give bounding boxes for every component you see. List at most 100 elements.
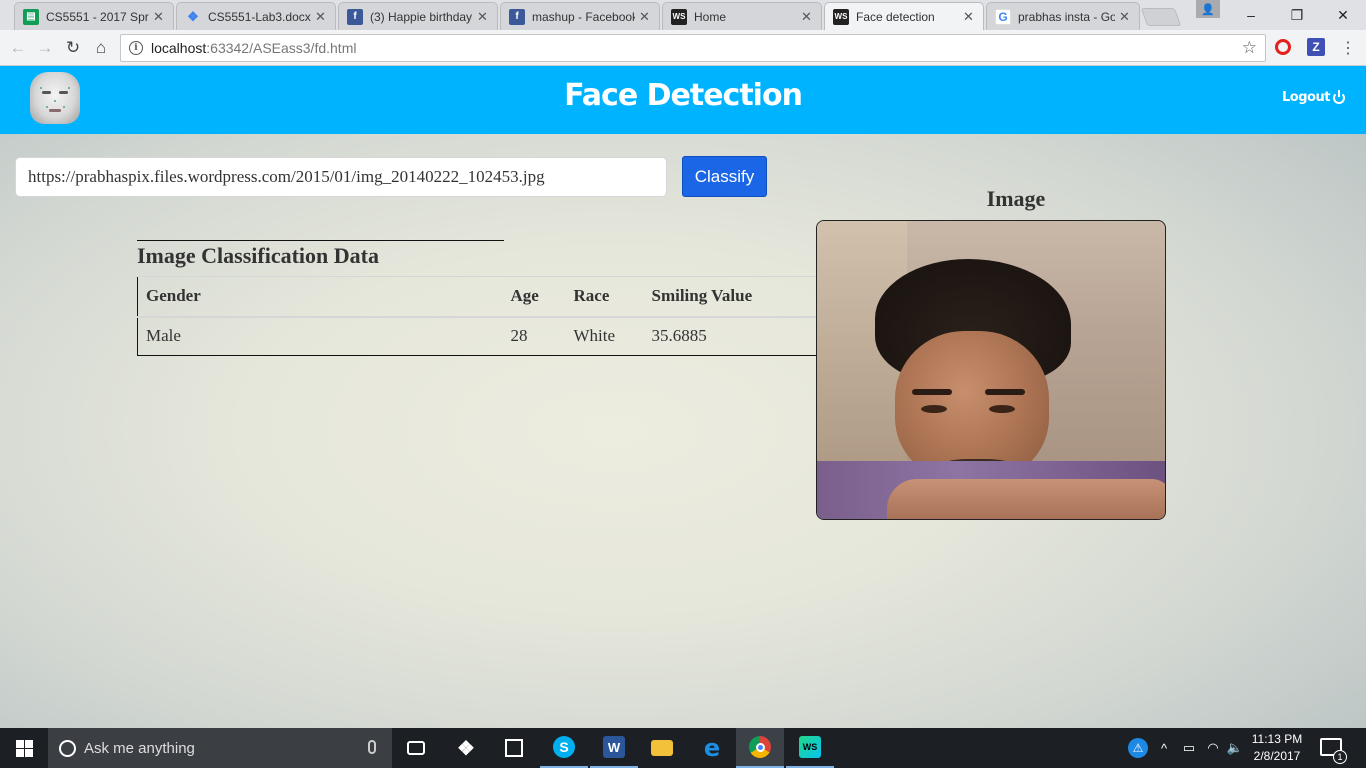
- battery-icon[interactable]: ▭: [1178, 728, 1200, 768]
- photo-brow: [985, 389, 1025, 395]
- webstorm-icon: WS: [799, 736, 821, 758]
- opera-extension-icon[interactable]: [1275, 39, 1291, 55]
- task-view-icon: [407, 741, 425, 755]
- taskbar-chrome[interactable]: [736, 728, 784, 768]
- taskbar-edge[interactable]: e: [688, 728, 736, 768]
- table-header-row: Gender Age Race Smiling Value: [137, 276, 817, 318]
- cell-gender: Male: [146, 326, 181, 346]
- tab-title: CS5551-Lab3.docx: [208, 9, 311, 24]
- google-icon: G: [995, 8, 1011, 25]
- header-race: Race: [565, 276, 644, 318]
- edge-icon: e: [703, 734, 721, 762]
- show-hidden-icons[interactable]: ^: [1154, 728, 1174, 768]
- close-tab-icon[interactable]: ✕: [315, 9, 327, 25]
- browser-tab-strip: ▤ CS5551 - 2017 Spr ✕ ❖ CS5551-Lab3.docx…: [0, 0, 1366, 30]
- chrome-menu-icon[interactable]: ⋮: [1340, 38, 1356, 58]
- browser-toolbar: ← → ↻ ⌂ i localhost:63342/ASEass3/fd.htm…: [0, 30, 1366, 66]
- clock-time: 11:13 PM: [1251, 732, 1303, 746]
- info-icon[interactable]: i: [129, 41, 143, 55]
- taskbar-dropbox[interactable]: ❖: [442, 728, 490, 768]
- folder-icon: [651, 740, 673, 756]
- photo-arm: [887, 479, 1165, 519]
- header-gender: Gender: [137, 276, 503, 318]
- webstorm-icon: WS: [671, 8, 687, 25]
- photo-eye: [921, 405, 947, 413]
- cell-smiling: 35.6885: [651, 326, 707, 346]
- browser-tab[interactable]: WS Home ✕: [662, 2, 822, 30]
- webstorm-icon: WS: [833, 8, 849, 25]
- close-tab-icon[interactable]: ✕: [639, 9, 651, 25]
- logout-link[interactable]: Logout: [1282, 89, 1345, 105]
- start-button[interactable]: [0, 728, 48, 768]
- task-view-button[interactable]: [392, 728, 440, 768]
- store-icon: [505, 739, 523, 757]
- browser-tab[interactable]: f mashup - Facebook ✕: [500, 2, 660, 30]
- new-tab-button[interactable]: [1140, 8, 1182, 26]
- cell-age: 28: [510, 326, 528, 346]
- windows-icon: [15, 739, 33, 757]
- taskbar-file-explorer[interactable]: [638, 728, 686, 768]
- skype-icon: S: [553, 736, 575, 758]
- tray-update-icon[interactable]: ⚠: [1124, 728, 1152, 768]
- cortana-search[interactable]: Ask me anything: [48, 728, 392, 768]
- home-icon[interactable]: ⌂: [89, 36, 113, 60]
- z-extension-icon[interactable]: Z: [1307, 38, 1325, 56]
- taskbar-skype[interactable]: S: [540, 728, 588, 768]
- close-tab-icon[interactable]: ✕: [801, 9, 813, 25]
- taskbar-webstorm[interactable]: WS: [786, 728, 834, 768]
- classification-table: Gender Age Race Smiling Value Male 28 Wh…: [137, 276, 817, 356]
- dropbox-icon: ❖: [457, 737, 475, 760]
- chrome-icon: [749, 736, 771, 758]
- power-icon: [1332, 89, 1345, 104]
- browser-tab[interactable]: G prabhas insta - Go ✕: [986, 2, 1140, 30]
- close-tab-icon[interactable]: ✕: [477, 9, 489, 25]
- image-url-input[interactable]: [15, 157, 667, 197]
- browser-tab[interactable]: ❖ CS5551-Lab3.docx ✕: [176, 2, 336, 30]
- page-content: Face Detection Logout Classify Image Cla…: [0, 66, 1366, 728]
- classification-table-section: Image Classification Data Gender Age Rac…: [137, 240, 817, 356]
- tab-title: prabhas insta - Go: [1018, 9, 1115, 24]
- microphone-icon[interactable]: [368, 740, 376, 754]
- profile-icon[interactable]: 👤: [1196, 0, 1220, 18]
- browser-tab[interactable]: ▤ CS5551 - 2017 Spr ✕: [14, 2, 174, 30]
- tab-title: mashup - Facebook: [532, 9, 635, 24]
- classified-photo: [816, 220, 1166, 520]
- tab-title: Face detection: [856, 9, 935, 24]
- search-placeholder: Ask me anything: [84, 739, 195, 757]
- forward-arrow-icon[interactable]: →: [33, 36, 57, 60]
- sheets-icon: ▤: [23, 8, 39, 25]
- dropbox-icon: ❖: [187, 8, 199, 24]
- tab-title: (3) Happie birthday: [370, 9, 473, 24]
- tab-title: CS5551 - 2017 Spr: [46, 9, 149, 24]
- address-bar[interactable]: i localhost:63342/ASEass3/fd.html ☆: [120, 34, 1266, 62]
- table-row: Male 28 White 35.6885: [138, 317, 818, 356]
- back-arrow-icon[interactable]: ←: [6, 36, 30, 60]
- photo-brow: [912, 389, 952, 395]
- app-header: Face Detection Logout: [0, 66, 1366, 134]
- update-warning-icon: ⚠: [1128, 738, 1148, 758]
- reload-icon[interactable]: ↻: [61, 36, 85, 60]
- taskbar-word[interactable]: W: [590, 728, 638, 768]
- close-tab-icon[interactable]: ✕: [153, 9, 165, 25]
- facebook-icon: f: [509, 8, 525, 25]
- table-caption: Image Classification Data: [137, 240, 504, 276]
- restore-icon[interactable]: ❐: [1274, 0, 1320, 30]
- browser-tab-active[interactable]: WS Face detection ✕: [824, 2, 984, 30]
- notification-count: 1: [1333, 750, 1347, 764]
- bookmark-star-icon[interactable]: ☆: [1242, 38, 1257, 58]
- close-window-icon[interactable]: ✕: [1320, 0, 1366, 30]
- minimize-icon[interactable]: –: [1228, 0, 1274, 30]
- classify-button[interactable]: Classify: [682, 156, 767, 197]
- browser-tab[interactable]: f (3) Happie birthday ✕: [338, 2, 498, 30]
- page-title: Face Detection: [564, 78, 803, 113]
- close-tab-icon[interactable]: ✕: [1119, 9, 1131, 25]
- wifi-icon[interactable]: ◠: [1202, 728, 1224, 768]
- volume-icon[interactable]: 🔈: [1224, 728, 1246, 768]
- cortana-icon: [59, 739, 76, 757]
- close-tab-icon[interactable]: ✕: [963, 9, 975, 25]
- cell-race: White: [573, 326, 616, 346]
- chrome-icon-center: [755, 742, 765, 752]
- taskbar-store[interactable]: [490, 728, 538, 768]
- clock[interactable]: 11:13 PM 2/8/2017: [1244, 731, 1310, 765]
- header-age: Age: [502, 276, 566, 318]
